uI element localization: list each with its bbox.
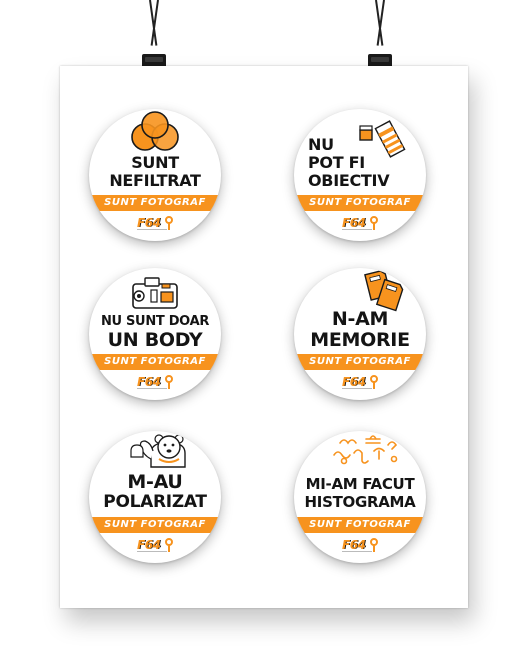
sticker-title-line: HISTOGRAMA	[304, 493, 416, 511]
f64-logo: F64	[137, 538, 177, 554]
tagline-band: SUNT FOTOGRAF	[294, 354, 426, 370]
f64-logo: F64	[137, 216, 177, 232]
tagline-band: SUNT FOTOGRAF	[89, 195, 221, 211]
f64-logo: F64	[342, 375, 382, 391]
sticker-title-line: MEMORIE	[310, 329, 410, 351]
sticker-histograma: MI-AM FACUT HISTOGRAMA SUNT FOTOGRAF F64	[294, 431, 426, 563]
sticker-title-line: N-AM	[331, 308, 389, 330]
f64-logo: F64	[342, 538, 382, 554]
sticker-title-line: POT FI	[308, 153, 365, 172]
sticker-title-line: MI-AM FACUT	[305, 475, 415, 493]
sticker-title-line: UN BODY	[107, 329, 203, 351]
tagline-band: SUNT FOTOGRAF	[294, 195, 426, 211]
sticker-title-line: OBIECTIV	[308, 171, 390, 190]
f64-logo: F64	[137, 375, 177, 391]
sticker-title-line: NU	[308, 135, 334, 154]
sticker-title-line: NEFILTRAT	[109, 171, 201, 190]
tagline-band: SUNT FOTOGRAF	[294, 517, 426, 533]
poster-sheet: SUNT NEFILTRAT SUNT FOTOGRAF F64 NU POT …	[60, 66, 468, 608]
sticker-title-line: POLARIZAT	[103, 492, 207, 512]
f64-logo: F64	[342, 216, 382, 232]
sticker-title-line: SUNT	[131, 153, 179, 172]
sticker-title-line: NU SUNT DOAR	[100, 314, 210, 329]
sticker-nefiltrat: SUNT NEFILTRAT SUNT FOTOGRAF F64	[89, 109, 221, 241]
sticker-memorie: N-AM MEMORIE SUNT FOTOGRAF F64	[294, 268, 426, 400]
sticker-title-line: M-AU	[127, 471, 183, 493]
tagline-band: SUNT FOTOGRAF	[89, 517, 221, 533]
sticker-polarizat: M-AU POLARIZAT SUNT FOTOGRAF F64	[89, 431, 221, 563]
tagline-band: SUNT FOTOGRAF	[89, 354, 221, 370]
sticker-body: NU SUNT DOAR UN BODY SUNT FOTOGRAF F64	[89, 268, 221, 400]
sticker-obiectiv: NU POT FI OBIECTIV SUNT FOTOGRAF F64	[294, 109, 426, 241]
